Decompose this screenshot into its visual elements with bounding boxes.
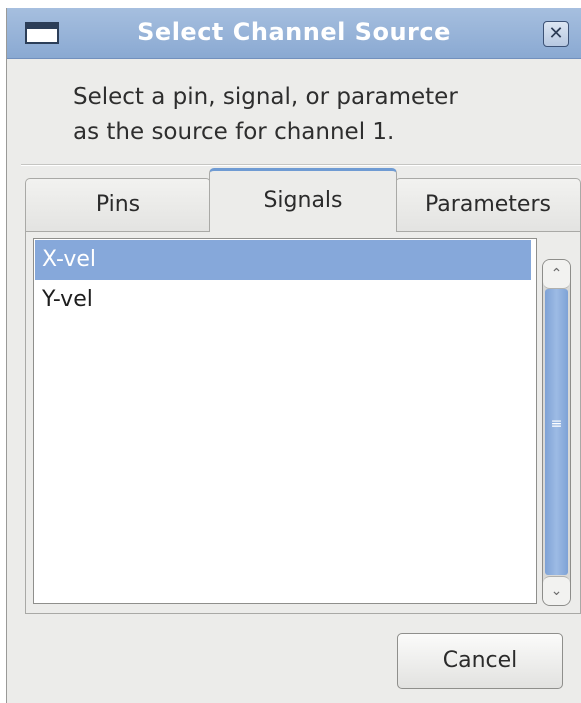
dialog-title: Select Channel Source — [137, 18, 451, 46]
grip-icon: ≡ — [550, 416, 563, 432]
cancel-button[interactable]: Cancel — [397, 633, 563, 689]
separator — [21, 164, 581, 166]
list-item-x-vel[interactable]: X-vel — [35, 240, 531, 280]
scroll-down-button[interactable]: ⌄ — [543, 576, 570, 605]
instruction-line-1: Select a pin, signal, or parameter — [73, 84, 458, 110]
signal-list[interactable]: X-vel Y-vel — [33, 238, 537, 604]
tab-signals[interactable]: Signals — [209, 168, 397, 232]
vertical-scrollbar[interactable]: ⌃ ≡ ⌄ — [542, 259, 571, 606]
screen-edge — [0, 0, 581, 8]
instruction-text: Select a pin, signal, or parameter as th… — [73, 80, 458, 150]
tab-pins[interactable]: Pins — [25, 178, 211, 232]
select-channel-source-dialog: Select Channel Source ✕ Select a pin, si… — [6, 8, 581, 703]
instruction-line-2: as the source for channel 1. — [73, 119, 395, 145]
chevron-down-icon: ⌄ — [550, 583, 563, 599]
scroll-thumb[interactable]: ≡ — [545, 289, 568, 575]
close-button[interactable]: ✕ — [543, 21, 569, 47]
title-bar[interactable]: Select Channel Source ✕ — [7, 8, 581, 59]
close-icon: ✕ — [548, 23, 564, 44]
chevron-up-icon: ⌃ — [550, 266, 563, 282]
list-item-y-vel[interactable]: Y-vel — [35, 280, 531, 320]
scroll-up-button[interactable]: ⌃ — [543, 260, 570, 289]
tab-parameters[interactable]: Parameters — [395, 178, 581, 232]
